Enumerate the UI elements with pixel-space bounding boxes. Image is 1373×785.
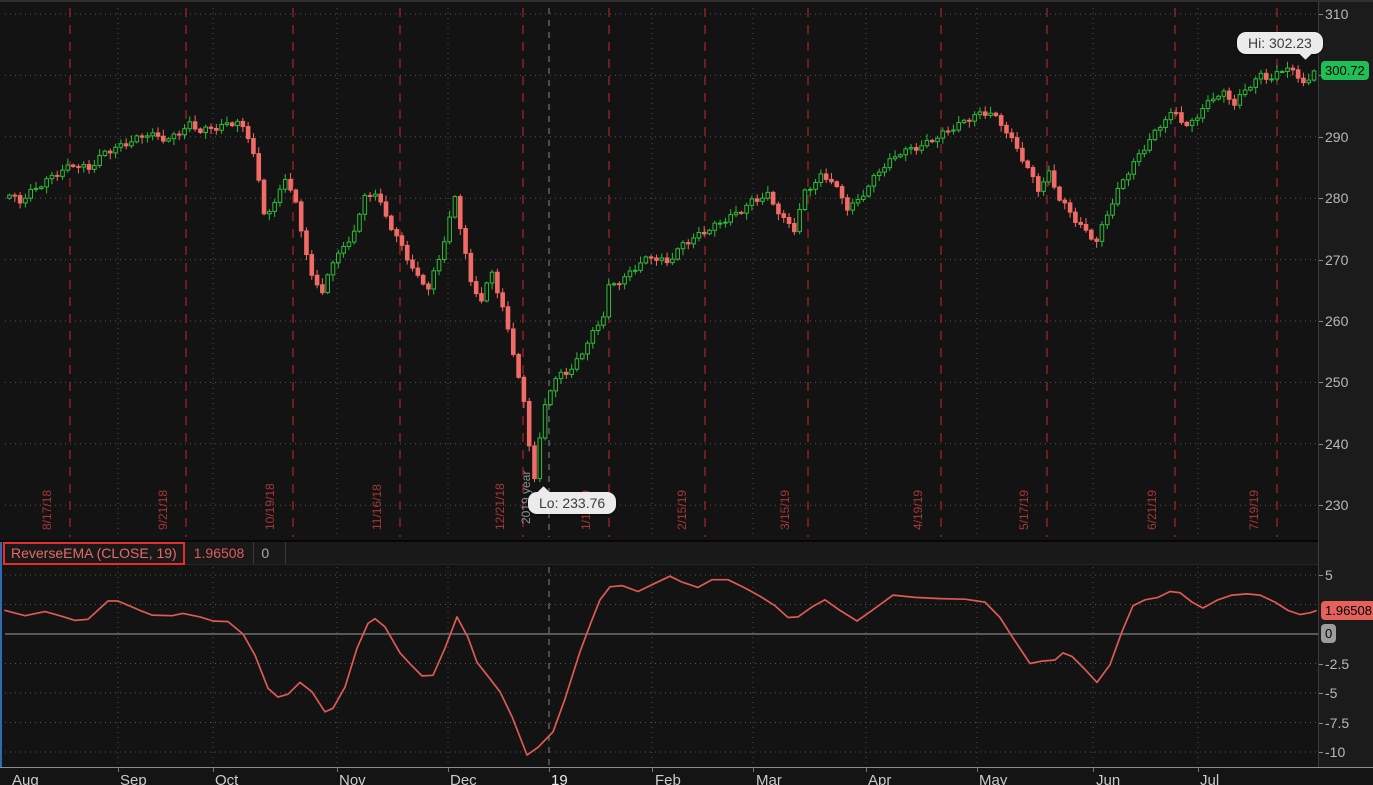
price-axis-label: 260 [1325,313,1348,329]
month-gridlines [118,8,1198,765]
expiration-date-label: 7/19/19 [1247,490,1261,530]
indicator-axis-label: -5 [1325,685,1337,701]
axis-tick [1319,137,1323,138]
month-tick [549,768,550,772]
high-price-tooltip: Hi: 302.23 [1237,32,1323,54]
month-label: Jul [1200,772,1219,785]
month-label: Jun [1096,772,1120,785]
month-tick [1093,768,1094,772]
expiration-date-label: 2/15/19 [675,490,689,530]
axis-tick [1319,444,1323,445]
axis-tick [1319,575,1323,576]
trading-chart-window: 8/17/189/21/1810/19/1811/16/1812/21/181/… [0,0,1373,785]
indicator-header-bar: ReverseEMA (CLOSE, 19) 1.96508 0 [0,540,1318,565]
month-tick [337,768,338,772]
axis-tick [1319,505,1323,506]
indicator-gridlines [5,575,1318,752]
month-label: May [979,772,1007,785]
indicator-value-badge: 1.96508 [1321,601,1373,620]
last-price-badge: 300.72 [1321,61,1369,80]
indicator-secondary-readout: 0 [261,545,269,561]
expiration-lines [70,8,1277,537]
candlestick-series [8,62,1316,482]
axis-tick [1319,693,1323,694]
price-axis[interactable]: 300.72 1.96508 0 31030029028027026025024… [1318,2,1373,767]
expiration-date-label: 12/21/18 [493,483,507,530]
month-tick [866,768,867,772]
active-panel-accent [0,542,2,767]
expiration-date-label: 8/17/18 [40,490,54,530]
time-axis[interactable]: Aug Sep Oct Nov Dec 19 Feb Mar Apr May Jun Jul [0,767,1373,785]
month-label: Oct [215,772,238,785]
indicator-name-label[interactable]: ReverseEMA (CLOSE, 19) [3,542,185,565]
month-tick [448,768,449,772]
axis-tick [1319,382,1323,383]
month-tick [213,768,214,772]
month-label: Aug [12,772,39,785]
indicator-axis-label: -10 [1325,744,1345,760]
expiration-date-label: 5/17/19 [1017,490,1031,530]
month-tick [652,768,653,772]
axis-tick [1319,752,1323,753]
month-label: Mar [756,772,782,785]
indicator-line [5,576,1316,755]
axis-tick [1319,14,1323,15]
expiration-date-label: 11/16/18 [370,484,384,530]
axis-tick [1319,664,1323,665]
low-price-tooltip: Lo: 233.76 [528,492,616,514]
axis-tick [1319,321,1323,322]
price-axis-label: 240 [1325,436,1348,452]
expiration-date-label: 4/19/19 [911,490,925,530]
price-axis-label: 270 [1325,252,1348,268]
header-divider [253,542,254,564]
axis-tick [1319,723,1323,724]
axis-tick [1319,260,1323,261]
indicator-axis-label: -2.5 [1325,656,1349,672]
indicator-axis-label: -7.5 [1325,715,1349,731]
price-axis-label: 230 [1325,497,1348,513]
expiration-date-label: 10/19/18 [263,483,277,530]
month-label: Apr [868,772,891,785]
month-label: Dec [450,772,477,785]
indicator-axis-label: 5 [1325,567,1333,583]
month-tick [1198,768,1199,772]
expiration-date-label: 9/21/18 [156,490,170,530]
month-label: 19 [551,772,568,785]
month-tick [977,768,978,772]
price-axis-label: 290 [1325,129,1348,145]
month-tick [753,768,754,772]
price-axis-label: 310 [1325,6,1348,22]
month-label: Sep [120,772,147,785]
price-axis-label: 250 [1325,374,1348,390]
indicator-value-readout: 1.96508 [194,545,245,561]
axis-tick [1319,198,1323,199]
price-axis-label: 280 [1325,190,1348,206]
chart-canvas[interactable] [0,2,1373,767]
expiration-date-label: 3/15/19 [778,490,792,530]
expiration-date-label: 6/21/19 [1145,490,1159,530]
indicator-zero-badge: 0 [1321,624,1336,643]
month-label: Nov [339,772,366,785]
header-divider [285,542,286,564]
month-label: Feb [655,772,681,785]
month-tick [118,768,119,772]
